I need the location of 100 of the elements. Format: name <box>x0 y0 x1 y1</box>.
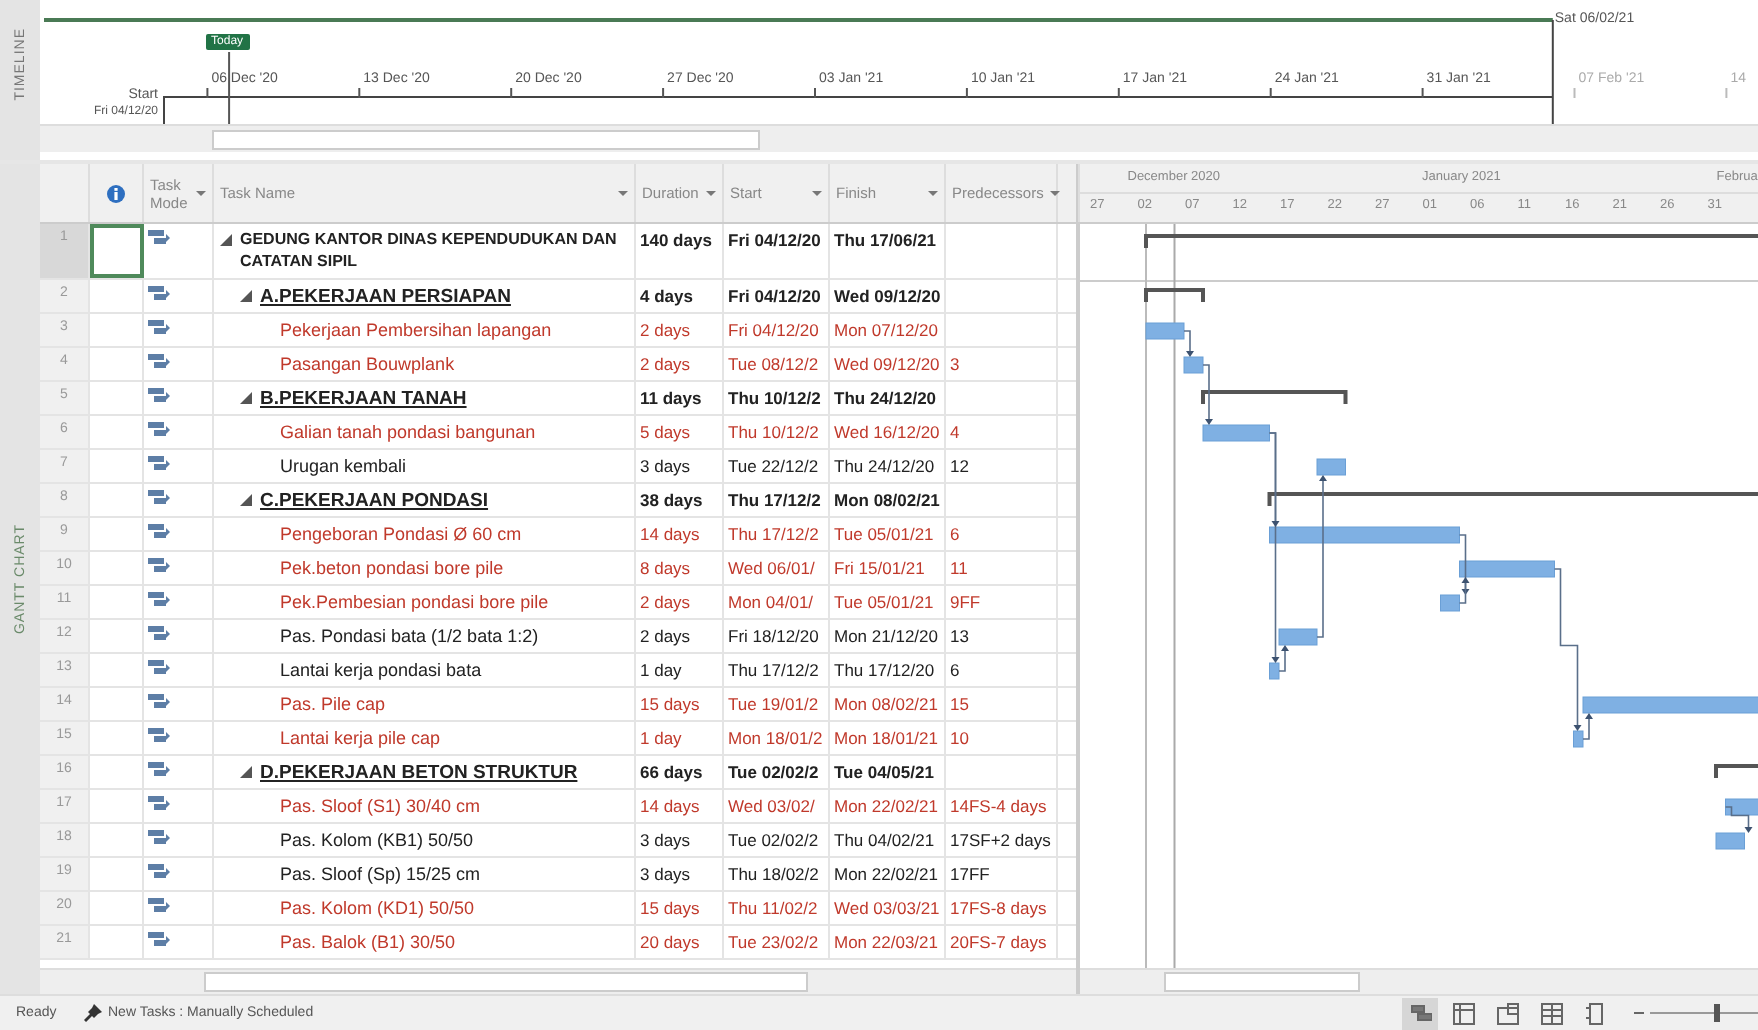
report-view-icon <box>1584 1001 1608 1025</box>
task-name: Lantai kerja pondasi bata <box>280 659 482 681</box>
table-cell: Mon 07/12/20 <box>834 320 938 340</box>
table-cell: 5 days <box>640 422 691 442</box>
table-cell: Tue 04/05/21 <box>834 762 934 782</box>
table-cell: 14FS-4 days <box>950 796 1047 816</box>
table-cell: Thu 17/12/2 <box>728 660 819 680</box>
task-mode-icon <box>148 422 170 438</box>
task-name: C.PEKERJAAN PONDASI <box>260 489 489 511</box>
table-cell: 9FF <box>950 592 981 612</box>
table-cell: Mon 08/02/21 <box>834 490 940 510</box>
task-name: Pas. Sloof (Sp) 15/25 cm <box>280 863 481 885</box>
table-cell: 17FF <box>950 864 990 884</box>
task-name: Pek.beton pondasi bore pile <box>280 557 504 579</box>
table-cell: 2 days <box>640 592 691 612</box>
table-cell: Thu 18/02/2 <box>728 864 819 884</box>
task-mode-icon <box>148 592 170 608</box>
collapse-arrow-icon[interactable] <box>240 494 252 506</box>
task-mode-icon <box>148 830 170 846</box>
table-cell: 15 days <box>640 898 700 918</box>
task-name: Pas. Sloof (S1) 30/40 cm <box>280 795 481 817</box>
task-mode-icon <box>148 286 170 302</box>
table-cell: Mon 21/12/20 <box>834 626 938 646</box>
task-name: Lantai kerja pile cap <box>280 727 441 749</box>
table-cell: 6 <box>950 524 960 544</box>
table-cell: 4 days <box>640 286 693 306</box>
table-cell: Mon 18/01/2 <box>728 728 823 748</box>
task-name: Pasangan Bouwplank <box>280 353 455 375</box>
scrollbar[interactable] <box>40 968 1076 994</box>
task-mode-icon <box>148 864 170 880</box>
table-cell: 11 <box>950 558 968 578</box>
task-mode-icon <box>148 354 170 370</box>
task-mode-icon <box>148 932 170 948</box>
view-button[interactable] <box>1402 997 1438 1029</box>
table-cell: Thu 24/12/20 <box>834 388 937 408</box>
task-mode-icon <box>148 490 170 506</box>
task-mode-icon <box>148 558 170 574</box>
task-name: Pas. Balok (B1) 30/50 <box>280 931 456 953</box>
table-cell: 15 days <box>640 694 700 714</box>
table-view-icon <box>1452 1001 1476 1025</box>
planner-view-icon <box>1496 1001 1520 1025</box>
collapse-arrow-icon[interactable] <box>240 392 252 404</box>
table-cell: 17FS-8 days <box>950 898 1047 918</box>
table-cell: 1 day <box>640 660 682 680</box>
dependency-arrow <box>1183 330 1194 357</box>
task-mode-icon <box>148 626 170 642</box>
table-cell: Mon 22/02/21 <box>834 864 938 884</box>
table-cell: 2 days <box>640 354 691 374</box>
summary-bar[interactable] <box>1144 234 1758 250</box>
collapse-arrow-icon[interactable] <box>240 766 252 778</box>
table-cell: 2 days <box>640 626 691 646</box>
summary-bar[interactable] <box>1144 288 1205 302</box>
table-cell: 6 <box>950 660 960 680</box>
summary-bar[interactable] <box>1714 764 1758 778</box>
scrollbar[interactable] <box>1080 968 1758 994</box>
table-cell: 14 days <box>640 796 700 816</box>
table-cell: 4 <box>950 422 960 442</box>
table-cell: Fri 04/12/20 <box>728 320 819 340</box>
table-cell: Mon 22/03/21 <box>834 932 938 952</box>
table-cell: Wed 16/12/20 <box>834 422 940 442</box>
scrollbar[interactable] <box>40 124 1758 152</box>
table-cell: Tue 02/02/2 <box>728 830 819 850</box>
task-name: Pengeboran Pondasi Ø 60 cm <box>280 523 522 545</box>
task-name: A.PEKERJAAN PERSIAPAN <box>260 285 511 307</box>
task-mode-icon <box>148 524 170 540</box>
pin-icon <box>84 1004 102 1022</box>
task-name: Pekerjaan Pembersihan lapangan <box>280 319 552 341</box>
task-mode-icon <box>148 694 170 710</box>
table-cell: Fri 15/01/21 <box>834 558 925 578</box>
dropdown-arrow-icon <box>196 188 206 198</box>
task-mode-icon <box>148 388 170 404</box>
task-mode-icon <box>148 230 170 246</box>
task-name: Pas. Pile cap <box>280 693 386 715</box>
table-cell: 15 <box>950 694 969 714</box>
summary-bar[interactable] <box>1267 492 1758 506</box>
selected-cell[interactable] <box>90 224 144 278</box>
task-name: Urugan kembali <box>280 455 407 477</box>
task-name: D.PEKERJAAN BETON STRUKTUR <box>260 761 578 783</box>
table-cell: Mon 04/01/ <box>728 592 814 612</box>
dependency-arrow <box>1202 364 1213 425</box>
collapse-arrow-icon[interactable] <box>240 290 252 302</box>
zoom-out-icon[interactable] <box>1634 1008 1644 1018</box>
task-bar[interactable] <box>1725 798 1758 816</box>
slider-thumb[interactable] <box>1714 1004 1721 1022</box>
table-cell: 17SF+2 days <box>950 830 1051 850</box>
dropdown-arrow-icon <box>812 188 822 198</box>
table-cell: Wed 03/02/ <box>728 796 815 816</box>
table-cell: Thu 17/12/2 <box>728 524 819 544</box>
summary-bar[interactable] <box>1201 390 1348 404</box>
dropdown-arrow-icon <box>618 188 628 198</box>
task-mode-icon <box>148 728 170 744</box>
table-cell: Wed 09/12/20 <box>834 354 940 374</box>
task-mode-icon <box>148 796 170 812</box>
table-cell: Fri 04/12/20 <box>728 230 821 250</box>
table-cell: Tue 05/01/21 <box>834 592 934 612</box>
table-cell: Tue 02/02/2 <box>728 762 819 782</box>
table-cell: Tue 22/12/2 <box>728 456 819 476</box>
collapse-arrow-icon[interactable] <box>220 234 232 246</box>
table-cell: 20FS-7 days <box>950 932 1047 952</box>
dependency-arrow <box>1724 806 1753 833</box>
